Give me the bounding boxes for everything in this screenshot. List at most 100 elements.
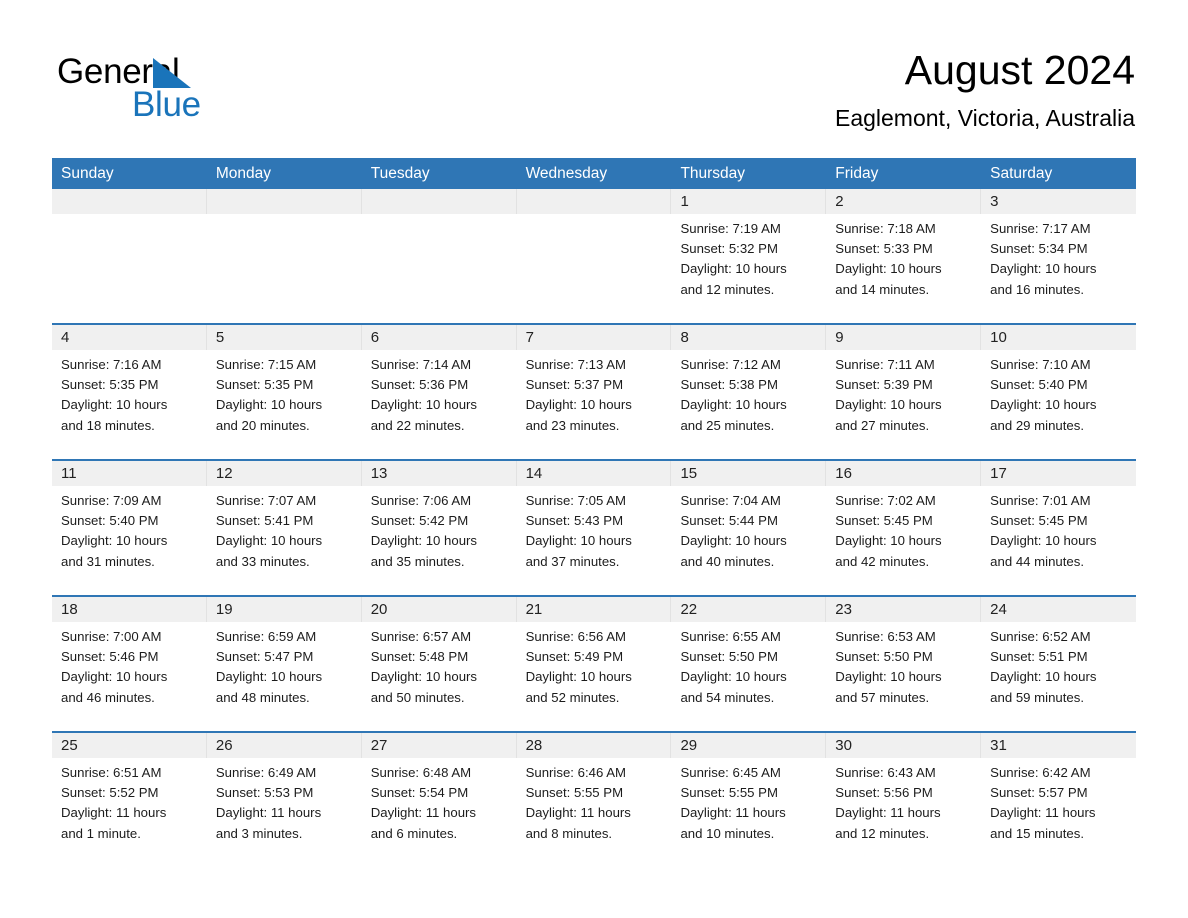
sunrise-time: Sunrise: 7:19 AM [680, 221, 781, 236]
day-cell[interactable]: 6 Sunrise: 7:14 AM Sunset: 5:36 PM Daylight… [361, 325, 517, 459]
daylight-duration-line1: Daylight: 10 hours [525, 533, 632, 549]
day-cell[interactable]: 5 Sunrise: 7:15 AM Sunset: 5:35 PM Daylight… [206, 325, 362, 459]
daylight-duration-line2: and 27 minutes. [835, 417, 930, 433]
sunset-time: Sunset: 5:40 PM [990, 377, 1088, 393]
day-cell[interactable]: 2 Sunrise: 7:18 AM Sunset: 5:33 PM Daylight… [826, 189, 982, 323]
day-cell[interactable]: 27 Sunrise: 6:48 AM Sunset: 5:54 PM Dayligh… [361, 733, 517, 867]
daylight-duration-line1: Daylight: 10 hours [990, 533, 1097, 549]
daylight-duration-line1: Daylight: 10 hours [990, 397, 1097, 413]
sunset-time: Sunset: 5:57 PM [990, 785, 1088, 801]
day-number: 16 [826, 461, 982, 486]
day-cell[interactable]: 28 Sunrise: 6:46 AM Sunset: 5:55 PM Dayligh… [516, 733, 672, 867]
day-number: 18 [52, 597, 207, 622]
day-details: Sunrise: 7:18 AM Sunset: 5:33 PM Daylight:… [826, 214, 981, 300]
weekday-header-tuesday: Tuesday [370, 165, 430, 182]
sunset-time: Sunset: 5:48 PM [370, 649, 469, 665]
day-details: Sunrise: 6:53 AM Sunset: 5:50 PM Daylight:… [826, 622, 981, 708]
day-number: 5 [206, 325, 362, 350]
sunrise-time: Sunrise: 7:09 AM [61, 493, 162, 508]
sunset-time: Sunset: 5:56 PM [835, 785, 933, 801]
day-cell[interactable]: 10 Sunrise: 7:10 AM Sunset: 5:40 PM Dayligh… [981, 325, 1137, 459]
day-number: 11 [52, 461, 207, 486]
daylight-duration-line1: Daylight: 11 hours [990, 805, 1096, 821]
daylight-duration-line2: and 10 minutes. [680, 825, 775, 841]
daylight-duration-line2: and 52 minutes. [525, 689, 620, 705]
day-details: Sunrise: 7:06 AM Sunset: 5:42 PM Daylight:… [362, 486, 517, 572]
sunset-time: Sunset: 5:45 PM [835, 513, 933, 529]
weekday-header-row: Sunday Monday Tuesday Wednesday Thursday… [52, 158, 1136, 189]
sunrise-time: Sunrise: 7:07 AM [215, 493, 317, 508]
sunset-time: Sunset: 5:45 PM [990, 513, 1088, 529]
daylight-duration-line1: Daylight: 10 hours [990, 669, 1097, 685]
sunset-time: Sunset: 5:41 PM [215, 513, 314, 529]
day-details: Sunrise: 6:57 AM Sunset: 5:48 PM Daylight:… [362, 622, 517, 708]
day-cell[interactable]: 26 Sunrise: 6:49 AM Sunset: 5:53 PM Dayligh… [206, 733, 362, 867]
day-details: Sunrise: 7:15 AM Sunset: 5:35 PM Daylight:… [207, 350, 362, 436]
day-cell[interactable]: 31 Sunrise: 6:42 AM Sunset: 5:57 PM Dayligh… [981, 733, 1137, 867]
day-details: Sunrise: 7:12 AM Sunset: 5:38 PM Daylight:… [671, 350, 826, 436]
day-number: 1 [671, 189, 827, 214]
day-details: Sunrise: 7:02 AM Sunset: 5:45 PM Daylight:… [826, 486, 981, 572]
day-number: 24 [981, 597, 1137, 622]
day-cell[interactable]: 30 Sunrise: 6:43 AM Sunset: 5:56 PM Dayligh… [826, 733, 982, 867]
sunrise-time: Sunrise: 7:10 AM [990, 357, 1091, 372]
daylight-duration-line1: Daylight: 10 hours [370, 397, 478, 413]
day-cell[interactable]: 20 Sunrise: 6:57 AM Sunset: 5:48 PM Dayligh… [361, 597, 517, 731]
daylight-duration-line1: Daylight: 10 hours [525, 397, 632, 413]
daylight-duration-line1: Daylight: 10 hours [61, 397, 168, 413]
day-cell[interactable]: 25 Sunrise: 6:51 AM Sunset: 5:52 PM Dayligh… [52, 733, 207, 867]
daylight-duration-line2: and 14 minutes. [835, 281, 930, 297]
sunset-time: Sunset: 5:35 PM [61, 377, 159, 393]
day-cell[interactable]: 12 Sunrise: 7:07 AM Sunset: 5:41 PM Dayligh… [206, 461, 362, 595]
day-cell[interactable]: 14 Sunrise: 7:05 AM Sunset: 5:43 PM Dayligh… [516, 461, 672, 595]
daylight-duration-line2: and 54 minutes. [680, 689, 775, 705]
day-number: 25 [52, 733, 207, 758]
daylight-duration-line1: Daylight: 10 hours [370, 533, 478, 549]
day-cell[interactable]: 29 Sunrise: 6:45 AM Sunset: 5:55 PM Dayligh… [671, 733, 827, 867]
day-cell[interactable]: 3 Sunrise: 7:17 AM Sunset: 5:34 PM Daylight… [981, 189, 1137, 323]
daylight-duration-line1: Daylight: 10 hours [835, 261, 942, 277]
day-cell[interactable]: 13 Sunrise: 7:06 AM Sunset: 5:42 PM Dayligh… [361, 461, 517, 595]
day-details: Sunrise: 6:46 AM Sunset: 5:55 PM Daylight:… [517, 758, 672, 844]
weekday-header-wednesday: Wednesday [525, 165, 608, 182]
day-number: 17 [981, 461, 1137, 486]
daylight-duration-line2: and 16 minutes. [990, 281, 1084, 297]
day-cell[interactable]: 11 Sunrise: 7:09 AM Sunset: 5:40 PM Dayligh… [52, 461, 207, 595]
sunset-time: Sunset: 5:44 PM [680, 513, 778, 529]
day-cell[interactable]: 4 Sunrise: 7:16 AM Sunset: 5:35 PM Daylight… [52, 325, 207, 459]
day-cell[interactable]: 18 Sunrise: 7:00 AM Sunset: 5:46 PM Dayligh… [52, 597, 207, 731]
weekday-header-sunday: Sunday [61, 165, 114, 182]
day-cell[interactable]: 21 Sunrise: 6:56 AM Sunset: 5:49 PM Dayligh… [516, 597, 672, 731]
day-cell[interactable]: 8 Sunrise: 7:12 AM Sunset: 5:38 PM Daylight… [671, 325, 827, 459]
sunrise-time: Sunrise: 6:43 AM [835, 765, 936, 780]
sunset-time: Sunset: 5:49 PM [525, 649, 624, 665]
day-details: Sunrise: 6:42 AM Sunset: 5:57 PM Daylight:… [981, 758, 1136, 844]
day-cell[interactable]: 17 Sunrise: 7:01 AM Sunset: 5:45 PM Dayligh… [981, 461, 1137, 595]
day-cell[interactable]: 22 Sunrise: 6:55 AM Sunset: 5:50 PM Dayligh… [671, 597, 827, 731]
day-number: 30 [826, 733, 982, 758]
day-number: 31 [981, 733, 1137, 758]
general-blue-logo[interactable]: General Blue [57, 52, 277, 124]
day-cell[interactable]: 1 Sunrise: 7:19 AM Sunset: 5:32 PM Daylight… [671, 189, 827, 323]
day-cell[interactable]: 7 Sunrise: 7:13 AM Sunset: 5:37 PM Daylight… [516, 325, 672, 459]
calendar-grid: Sunday Monday Tuesday Wednesday Thursday… [52, 158, 1137, 867]
calendar-page: General Blue August 2024 Eaglemont, Vict… [0, 0, 1188, 918]
sunrise-time: Sunrise: 7:11 AM [835, 357, 935, 372]
daylight-duration-line2: and 50 minutes. [370, 689, 465, 705]
day-cell[interactable]: 24 Sunrise: 6:52 AM Sunset: 5:51 PM Dayligh… [981, 597, 1137, 731]
day-cell[interactable]: 15 Sunrise: 7:04 AM Sunset: 5:44 PM Dayligh… [671, 461, 827, 595]
sunset-time: Sunset: 5:39 PM [835, 377, 933, 393]
day-number: 23 [826, 597, 982, 622]
page-header: General Blue August 2024 Eaglemont, Vict… [0, 0, 1188, 156]
daylight-duration-line2: and 42 minutes. [835, 553, 930, 569]
page-title: August 2024 [904, 47, 1135, 93]
day-cell[interactable]: 19 Sunrise: 6:59 AM Sunset: 5:47 PM Dayligh… [206, 597, 362, 731]
daylight-duration-line2: and 25 minutes. [680, 417, 775, 433]
sunrise-time: Sunrise: 6:48 AM [370, 765, 472, 780]
day-cell[interactable]: 23 Sunrise: 6:53 AM Sunset: 5:50 PM Dayligh… [826, 597, 982, 731]
day-cell[interactable]: 16 Sunrise: 7:02 AM Sunset: 5:45 PM Dayligh… [826, 461, 982, 595]
day-cell[interactable]: 9 Sunrise: 7:11 AM Sunset: 5:39 PM Daylight… [826, 325, 982, 459]
day-cell-empty [52, 189, 207, 323]
day-details: Sunrise: 7:04 AM Sunset: 5:44 PM Daylight:… [671, 486, 826, 572]
day-details: Sunrise: 7:13 AM Sunset: 5:37 PM Daylight:… [517, 350, 672, 436]
